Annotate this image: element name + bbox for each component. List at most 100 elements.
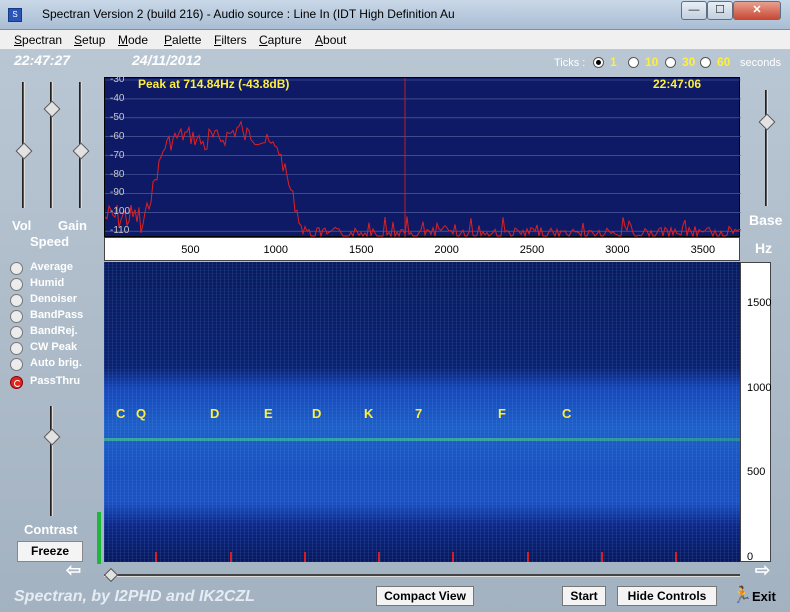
option-label: Average — [30, 261, 74, 273]
waterfall-tick-label: 500 — [747, 466, 766, 479]
right-arrow-icon[interactable]: ⇨ — [755, 560, 770, 581]
option-radio[interactable] — [10, 358, 23, 371]
vol-slider[interactable] — [15, 82, 33, 208]
menu-setup[interactable]: Setup — [74, 33, 105, 47]
close-button[interactable]: ✕ — [733, 1, 781, 20]
menu-about[interactable]: About — [315, 33, 346, 47]
title-bar: S Spectran Version 2 (build 216) - Audio… — [0, 0, 790, 30]
option-radio[interactable] — [10, 310, 23, 323]
seconds-label: seconds — [740, 57, 781, 69]
spectrum-display[interactable] — [104, 77, 741, 238]
option-label: BandPass — [30, 309, 84, 321]
vol-label: Vol — [12, 218, 32, 233]
time-tick-mark — [378, 552, 380, 562]
ticks-label: Ticks : — [554, 57, 586, 69]
app-icon[interactable]: S — [8, 8, 22, 22]
x-tick-label: 3000 — [605, 244, 630, 256]
option-radio[interactable] — [10, 342, 23, 355]
gain-slider[interactable] — [43, 82, 61, 208]
horizontal-scrollbar[interactable] — [103, 567, 740, 583]
option-radio[interactable] — [10, 262, 23, 275]
gain-label: Gain — [58, 218, 87, 233]
option-radio[interactable] — [10, 278, 23, 291]
contrast-slider[interactable] — [43, 406, 61, 516]
option-radio[interactable] — [10, 294, 23, 307]
menu-mode[interactable]: Mode — [118, 33, 148, 47]
time-tick-mark — [601, 552, 603, 562]
speed-slider[interactable] — [72, 82, 90, 208]
decoded-char: Q — [136, 406, 147, 421]
decoded-char: C — [562, 406, 572, 421]
tick-radio-1[interactable] — [593, 57, 604, 68]
x-tick-label: 500 — [181, 244, 200, 256]
tick-label-30: 30 — [682, 55, 696, 69]
current-date: 24/11/2012 — [132, 52, 202, 68]
tick-radio-60[interactable] — [700, 57, 711, 68]
tick-radio-30[interactable] — [665, 57, 676, 68]
spectrum-time: 22:47:06 — [653, 77, 702, 91]
waterfall-axis: 1500 1000 500 0 — [740, 262, 772, 563]
y-tick-label: -100 — [110, 206, 131, 218]
exit-button[interactable]: Exit — [752, 589, 776, 604]
menu-filters[interactable]: Filters — [214, 33, 247, 47]
gain-slider-thumb[interactable] — [43, 100, 61, 118]
spectrum-svg — [105, 78, 741, 238]
menu-spectran[interactable]: Spectran — [14, 33, 62, 47]
minimize-button[interactable]: — — [681, 1, 707, 20]
contrast-slider-thumb[interactable] — [43, 428, 61, 445]
option-label: BandRej. — [30, 325, 78, 337]
decoded-char: F — [498, 406, 506, 421]
decoded-char: 7 — [415, 406, 423, 421]
x-tick-label: 3500 — [690, 244, 716, 256]
maximize-button[interactable]: ☐ — [707, 1, 733, 20]
exit-runner-icon[interactable]: 🏃 — [732, 587, 752, 604]
y-tick-label: -30 — [110, 74, 125, 85]
base-slider[interactable] — [758, 90, 776, 206]
option-radio[interactable] — [10, 376, 23, 389]
contrast-label: Contrast — [24, 522, 78, 537]
decoded-char: C — [116, 406, 126, 421]
option-label: Denoiser — [30, 293, 78, 305]
vol-slider-thumb[interactable] — [15, 142, 33, 160]
tick-label-1: 1 — [610, 55, 617, 69]
tick-radio-10[interactable] — [628, 57, 639, 68]
option-radio[interactable] — [10, 326, 23, 339]
time-tick-mark — [304, 552, 306, 562]
start-button[interactable]: Start — [562, 586, 606, 606]
x-tick-label: 2000 — [434, 244, 459, 256]
speed-slider-thumb[interactable] — [72, 142, 90, 160]
decoded-char: D — [312, 406, 322, 421]
spectrum-trace — [105, 120, 741, 238]
option-label: CW Peak — [30, 341, 78, 353]
hz-label: Hz — [755, 240, 773, 256]
y-tick-label: -80 — [110, 168, 125, 180]
compact-view-button[interactable]: Compact View — [376, 586, 474, 606]
y-tick-label: -40 — [110, 92, 125, 104]
hide-controls-button[interactable]: Hide Controls — [617, 586, 717, 606]
menu-capture[interactable]: Capture — [259, 33, 302, 47]
y-tick-label: -50 — [110, 111, 125, 123]
time-tick-mark — [527, 552, 529, 562]
time-tick-mark — [155, 552, 157, 562]
x-tick-label: 1000 — [263, 244, 289, 256]
main-panel: 22:47:27 24/11/2012 Ticks : 1 10 30 60 s… — [0, 50, 790, 612]
time-tick-mark — [452, 552, 454, 562]
base-slider-thumb[interactable] — [758, 113, 776, 131]
left-arrow-icon[interactable]: ⇦ — [66, 560, 81, 581]
spectrum-grid — [105, 79, 741, 232]
window-title: Spectran Version 2 (build 216) - Audio s… — [42, 7, 455, 21]
x-tick-label: 1500 — [348, 244, 374, 256]
current-time: 22:47:27 — [14, 52, 71, 68]
waterfall-tick-label: 1000 — [747, 381, 772, 394]
option-label: Humid — [30, 277, 65, 289]
scroll-thumb[interactable] — [103, 567, 119, 583]
cw-signal-line — [104, 438, 740, 441]
peak-readout: Peak at 714.84Hz (-43.8dB) — [138, 77, 290, 91]
waterfall-tick-label: 1500 — [747, 297, 772, 310]
y-tick-label: -90 — [110, 187, 125, 199]
y-tick-label: -70 — [110, 149, 125, 161]
base-label: Base — [749, 212, 783, 228]
menu-palette[interactable]: Palette — [164, 33, 201, 47]
credit-text: Spectran, by I2PHD and IK2CZL — [14, 588, 255, 605]
freeze-button[interactable]: Freeze — [17, 541, 83, 562]
